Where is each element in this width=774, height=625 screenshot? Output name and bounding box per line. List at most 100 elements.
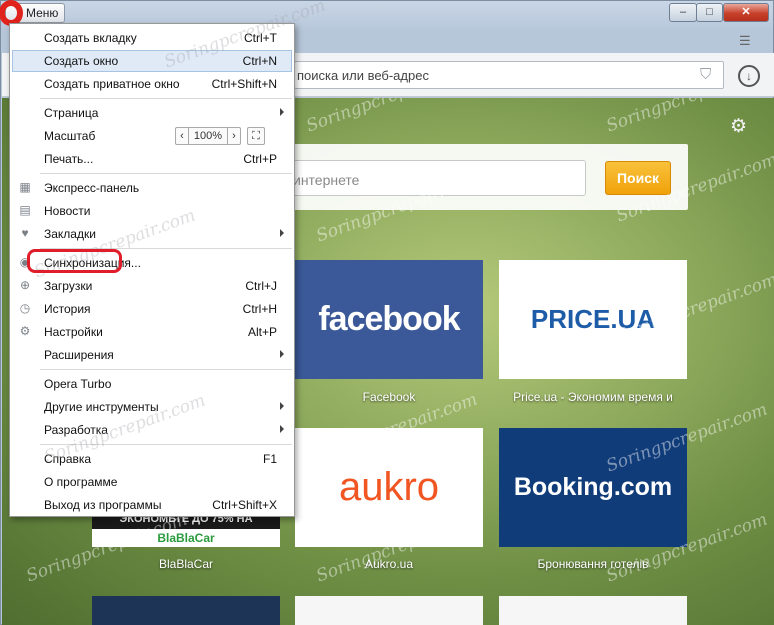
opera-menu-button[interactable]: Меню — [0, 0, 66, 26]
zoom-out-button[interactable]: ‹ — [175, 127, 189, 145]
menu-item-shortcut: Ctrl+N — [242, 54, 277, 68]
close-button[interactable]: ✕ — [723, 3, 769, 22]
submenu-arrow-icon — [280, 229, 284, 237]
menu-item-label: Создать вкладку — [44, 31, 137, 45]
menu-item-label: Другие инструменты — [44, 400, 159, 414]
menu-item-label: Закладки — [44, 227, 96, 241]
fullscreen-icon[interactable]: ⛶ — [247, 127, 265, 145]
minimize-button[interactable]: – — [669, 3, 697, 22]
zoom-control: ‹ 100% › ⛶ — [175, 127, 265, 145]
menu-item-label: Печать... — [44, 152, 94, 166]
menu-item-label: Создать окно — [44, 54, 119, 68]
submenu-arrow-icon — [280, 108, 284, 116]
submenu-arrow-icon — [280, 402, 284, 410]
speed-dial-tile-booking[interactable]: Booking.com — [499, 428, 687, 547]
menu-item-exit[interactable]: Выход из программы Ctrl+Shift+X — [12, 494, 292, 516]
download-icon: ⊕ — [19, 278, 31, 292]
zoom-in-button[interactable]: › — [227, 127, 241, 145]
tile-caption: Aukro.ua — [364, 557, 414, 571]
tile-caption: Бронювання готелів — [537, 557, 649, 571]
menu-item-label: Настройки — [44, 325, 103, 339]
menu-item-label: Масштаб — [44, 129, 96, 143]
menu-item-label: О программе — [44, 475, 118, 489]
gear-icon: ⚙ — [19, 324, 31, 338]
menu-item-label: Выход из программы — [44, 498, 162, 512]
menu-item-news[interactable]: ▤ Новости — [12, 200, 292, 222]
menu-item-label: Экспресс-панель — [44, 181, 140, 195]
search-input[interactable]: интернете — [286, 160, 586, 196]
search-placeholder: интернете — [293, 172, 360, 188]
address-bar[interactable]: поиска или веб-адрес ⛉ — [294, 61, 724, 89]
menu-item-shortcut: Ctrl+T — [244, 31, 277, 45]
menu-item-shortcut: Alt+P — [247, 325, 277, 339]
menu-item-new-window[interactable]: Создать окно Ctrl+N — [12, 50, 292, 72]
menu-item-label: Разработка — [44, 423, 108, 437]
menu-item-zoom: Масштаб ‹ 100% › ⛶ — [12, 125, 292, 147]
menu-item-shortcut: Ctrl+P — [243, 152, 277, 166]
menu-item-extensions[interactable]: Расширения — [12, 344, 292, 366]
menu-item-developer[interactable]: Разработка — [12, 419, 292, 441]
gear-icon[interactable]: ⚙ — [730, 115, 747, 138]
booking-logo: Booking.com — [513, 473, 673, 501]
tile-caption: Facebook — [362, 390, 416, 404]
menu-item-shortcut: Ctrl+Shift+N — [211, 77, 277, 91]
menu-item-label: Расширения — [44, 348, 114, 362]
speed-dial-tile[interactable] — [92, 596, 280, 625]
menu-item-label: История — [44, 302, 91, 316]
tile-caption: Price.ua - Экономим время и — [513, 390, 673, 404]
submenu-arrow-icon — [280, 425, 284, 433]
downloads-highlight-annotation — [27, 249, 122, 273]
price-logo: PRICE.UA — [530, 304, 656, 334]
grid-icon: ▦ — [19, 180, 31, 194]
menu-item-help[interactable]: Справка F1 — [12, 448, 292, 470]
menu-item-shortcut: F1 — [262, 452, 277, 466]
menu-item-label: Создать приватное окно — [44, 77, 180, 91]
browser-window: Меню – □ ✕ ☰ поиска или веб-адрес ⛉ ↓ ⚙ … — [0, 0, 774, 625]
menu-item-page[interactable]: Страница — [12, 102, 292, 124]
menu-item-other-tools[interactable]: Другие инструменты — [12, 396, 292, 418]
menu-item-settings[interactable]: ⚙ Настройки Alt+P — [12, 321, 292, 343]
heart-icon: ♥ — [21, 226, 29, 240]
speed-dial-tile-aukro[interactable]: aukro — [295, 428, 483, 547]
aukro-logo: aukro — [338, 465, 440, 509]
menu-item-about[interactable]: О программе — [12, 471, 292, 493]
menu-separator — [40, 98, 292, 99]
search-button[interactable]: Поиск — [605, 161, 671, 195]
menu-item-label: Страница — [44, 106, 99, 120]
search-panel: интернете Поиск — [282, 144, 688, 210]
speed-dial-tile-price[interactable]: PRICE.UA — [499, 260, 687, 379]
speed-dial-tile[interactable] — [499, 596, 687, 625]
watermark: Soringpcrepair.com — [303, 98, 471, 137]
menu-item-downloads[interactable]: ⊕ Загрузки Ctrl+J — [12, 275, 292, 297]
menu-item-speed-dial[interactable]: ▦ Экспресс-панель — [12, 177, 292, 199]
speed-dial-tile[interactable] — [295, 596, 483, 625]
speed-dial-tile-facebook[interactable]: facebook — [295, 260, 483, 379]
menu-item-opera-turbo[interactable]: Opera Turbo — [12, 373, 292, 395]
shield-icon[interactable]: ⛉ — [700, 66, 716, 84]
news-icon: ▤ — [19, 203, 31, 217]
menu-item-new-tab[interactable]: Создать вкладку Ctrl+T — [12, 27, 292, 49]
blablacar-logo: BlaBlaCar — [157, 531, 215, 545]
tile-caption: BlaBlaCar — [158, 557, 214, 571]
menu-item-shortcut: Ctrl+H — [242, 302, 277, 316]
tab-menu-icon[interactable]: ☰ — [739, 34, 753, 47]
menu-item-shortcut: Ctrl+J — [245, 279, 277, 293]
clock-icon: ◷ — [19, 301, 31, 315]
menu-separator — [40, 173, 292, 174]
maximize-button[interactable]: □ — [696, 3, 723, 22]
menu-separator — [40, 444, 292, 445]
submenu-arrow-icon — [280, 350, 284, 358]
menu-item-print[interactable]: Печать... Ctrl+P — [12, 148, 292, 170]
menu-button-label: Меню — [26, 6, 59, 20]
menu-item-bookmarks[interactable]: ♥ Закладки — [12, 223, 292, 245]
address-placeholder: поиска или веб-адрес — [297, 68, 429, 83]
menu-item-label: Новости — [44, 204, 91, 218]
menu-item-new-private-window[interactable]: Создать приватное окно Ctrl+Shift+N — [12, 73, 292, 95]
download-icon[interactable]: ↓ — [738, 65, 760, 87]
menu-item-label: Opera Turbo — [44, 377, 112, 391]
zoom-level: 100% — [189, 127, 227, 145]
menu-item-label: Загрузки — [44, 279, 93, 293]
facebook-logo: facebook — [318, 300, 460, 338]
menu-separator — [40, 369, 292, 370]
menu-item-history[interactable]: ◷ История Ctrl+H — [12, 298, 292, 320]
